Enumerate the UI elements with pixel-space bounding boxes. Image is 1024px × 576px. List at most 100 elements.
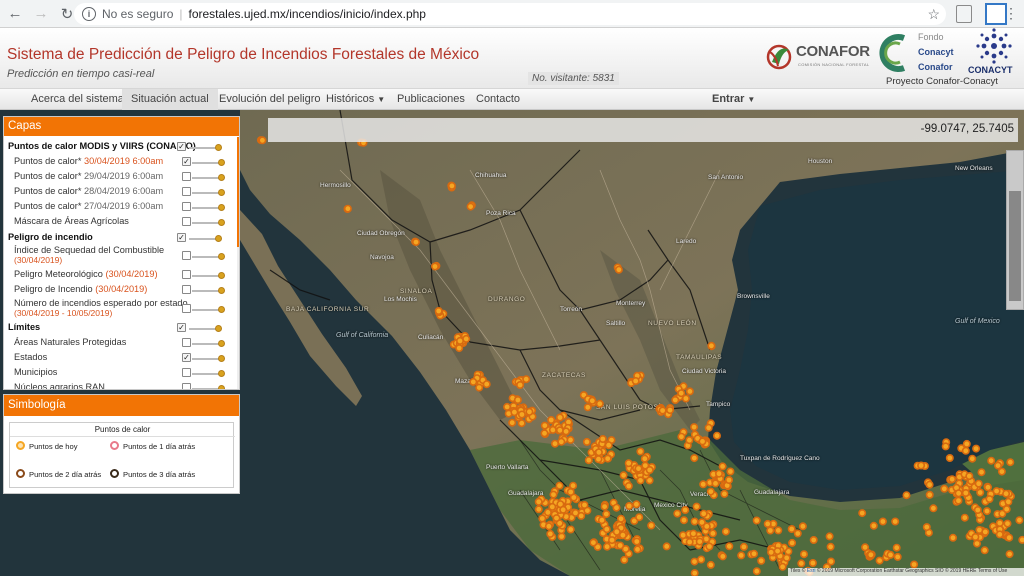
hotspot-marker[interactable] xyxy=(619,471,628,480)
hotspot-marker[interactable] xyxy=(595,399,604,408)
menu-historicos[interactable]: Históricos ▼ xyxy=(326,93,385,105)
hotspot-marker[interactable] xyxy=(705,542,714,551)
layer-checkbox[interactable] xyxy=(182,383,191,389)
hotspot-marker[interactable] xyxy=(636,476,645,485)
hotspot-marker[interactable] xyxy=(960,513,969,522)
hotspot-marker[interactable] xyxy=(602,510,611,519)
slider-knob[interactable] xyxy=(215,235,222,242)
hotspot-marker[interactable] xyxy=(546,529,555,538)
hotspot-marker[interactable] xyxy=(692,502,701,511)
hotspot-marker[interactable] xyxy=(624,459,633,468)
hotspot-marker[interactable] xyxy=(566,525,575,534)
hotspot-marker[interactable] xyxy=(940,484,949,493)
browser-menu-icon[interactable]: ⋮ xyxy=(1004,5,1018,22)
hotspot-marker[interactable] xyxy=(540,421,549,430)
forward-arrow-icon[interactable]: → xyxy=(30,3,52,25)
hotspot-marker[interactable] xyxy=(588,396,597,405)
hotspot-marker[interactable] xyxy=(631,376,640,385)
hotspot-marker[interactable] xyxy=(540,429,549,438)
hotspot-marker[interactable] xyxy=(598,434,607,443)
hotspot-marker[interactable] xyxy=(635,513,644,522)
hotspot-marker[interactable] xyxy=(708,529,717,538)
hotspot-marker[interactable] xyxy=(826,542,835,551)
hotspot-marker[interactable] xyxy=(788,538,797,547)
layer-checkbox[interactable] xyxy=(182,172,191,181)
hotspot-marker[interactable] xyxy=(602,525,611,534)
hotspot-marker[interactable] xyxy=(718,462,727,471)
hotspot-marker[interactable] xyxy=(690,569,699,576)
hotspot-marker[interactable] xyxy=(721,527,730,536)
hotspot-marker[interactable] xyxy=(893,552,902,561)
hotspot-marker[interactable] xyxy=(559,505,568,514)
hotspot-marker[interactable] xyxy=(624,481,633,490)
map-zoom-thumb[interactable] xyxy=(1009,191,1021,301)
bookmark-star-icon[interactable]: ☆ xyxy=(927,6,940,23)
layer-checkbox[interactable] xyxy=(182,217,191,226)
opacity-slider[interactable] xyxy=(192,189,225,196)
hotspot-marker[interactable] xyxy=(557,437,566,446)
layer-checkbox[interactable] xyxy=(182,368,191,377)
hotspot-marker[interactable] xyxy=(544,522,553,531)
opacity-slider[interactable] xyxy=(192,174,225,181)
hotspot-marker[interactable] xyxy=(430,262,439,271)
layer-checkbox[interactable]: ✓ xyxy=(177,323,186,332)
slider-knob[interactable] xyxy=(218,370,225,377)
hotspot-marker[interactable] xyxy=(977,468,986,477)
hotspot-marker[interactable] xyxy=(752,516,761,525)
hotspot-marker[interactable] xyxy=(774,526,783,535)
hotspot-marker[interactable] xyxy=(594,448,603,457)
hotspot-marker[interactable] xyxy=(992,487,1001,496)
layer-checkbox[interactable]: ✓ xyxy=(182,353,191,362)
hotspot-marker[interactable] xyxy=(482,380,491,389)
hotspot-marker[interactable] xyxy=(607,536,616,545)
hotspot-marker[interactable] xyxy=(766,526,775,535)
hotspot-marker[interactable] xyxy=(603,454,612,463)
hotspot-marker[interactable] xyxy=(665,406,674,415)
hotspot-marker[interactable] xyxy=(1002,489,1011,498)
hotspot-marker[interactable] xyxy=(569,481,578,490)
layer-checkbox[interactable] xyxy=(182,202,191,211)
hotspot-marker[interactable] xyxy=(965,472,974,481)
hotspot-marker[interactable] xyxy=(981,527,990,536)
hotspot-marker[interactable] xyxy=(633,545,642,554)
hotspot-marker[interactable] xyxy=(681,505,690,514)
hotspot-marker[interactable] xyxy=(597,516,606,525)
hotspot-marker[interactable] xyxy=(612,527,621,536)
hotspot-marker[interactable] xyxy=(739,542,748,551)
hotspot-marker[interactable] xyxy=(782,553,791,562)
slider-knob[interactable] xyxy=(218,174,225,181)
hotspot-marker[interactable] xyxy=(737,551,746,560)
opacity-slider[interactable] xyxy=(189,325,222,332)
opacity-slider[interactable] xyxy=(189,235,222,242)
opacity-slider[interactable] xyxy=(192,204,225,211)
hotspot-marker[interactable] xyxy=(566,487,575,496)
opacity-slider[interactable] xyxy=(189,144,222,151)
hotspot-marker[interactable] xyxy=(1018,535,1024,544)
slider-knob[interactable] xyxy=(218,340,225,347)
hotspot-marker[interactable] xyxy=(543,508,552,517)
hotspot-marker[interactable] xyxy=(797,559,806,568)
hotspot-marker[interactable] xyxy=(557,532,566,541)
layers-scrollbar[interactable] xyxy=(237,137,239,389)
hotspot-marker[interactable] xyxy=(645,465,654,474)
hotspot-marker[interactable] xyxy=(698,437,707,446)
hotspot-marker[interactable] xyxy=(462,334,471,343)
slider-knob[interactable] xyxy=(215,325,222,332)
hotspot-marker[interactable] xyxy=(972,539,981,548)
hotspot-marker[interactable] xyxy=(510,408,519,417)
hotspot-marker[interactable] xyxy=(886,550,895,559)
slider-knob[interactable] xyxy=(218,306,225,313)
hotspot-marker[interactable] xyxy=(614,265,623,274)
hotspot-marker[interactable] xyxy=(582,437,591,446)
layer-checkbox[interactable]: ✓ xyxy=(177,142,186,151)
layer-checkbox[interactable] xyxy=(182,270,191,279)
opacity-slider[interactable] xyxy=(192,306,225,313)
hotspot-marker[interactable] xyxy=(690,454,699,463)
hotspot-marker[interactable] xyxy=(600,502,609,511)
hotspot-marker[interactable] xyxy=(987,456,996,465)
hotspot-marker[interactable] xyxy=(679,516,688,525)
hotspot-marker[interactable] xyxy=(566,435,575,444)
hotspot-marker[interactable] xyxy=(778,562,787,571)
hotspot-marker[interactable] xyxy=(941,442,950,451)
opacity-slider[interactable] xyxy=(192,287,225,294)
